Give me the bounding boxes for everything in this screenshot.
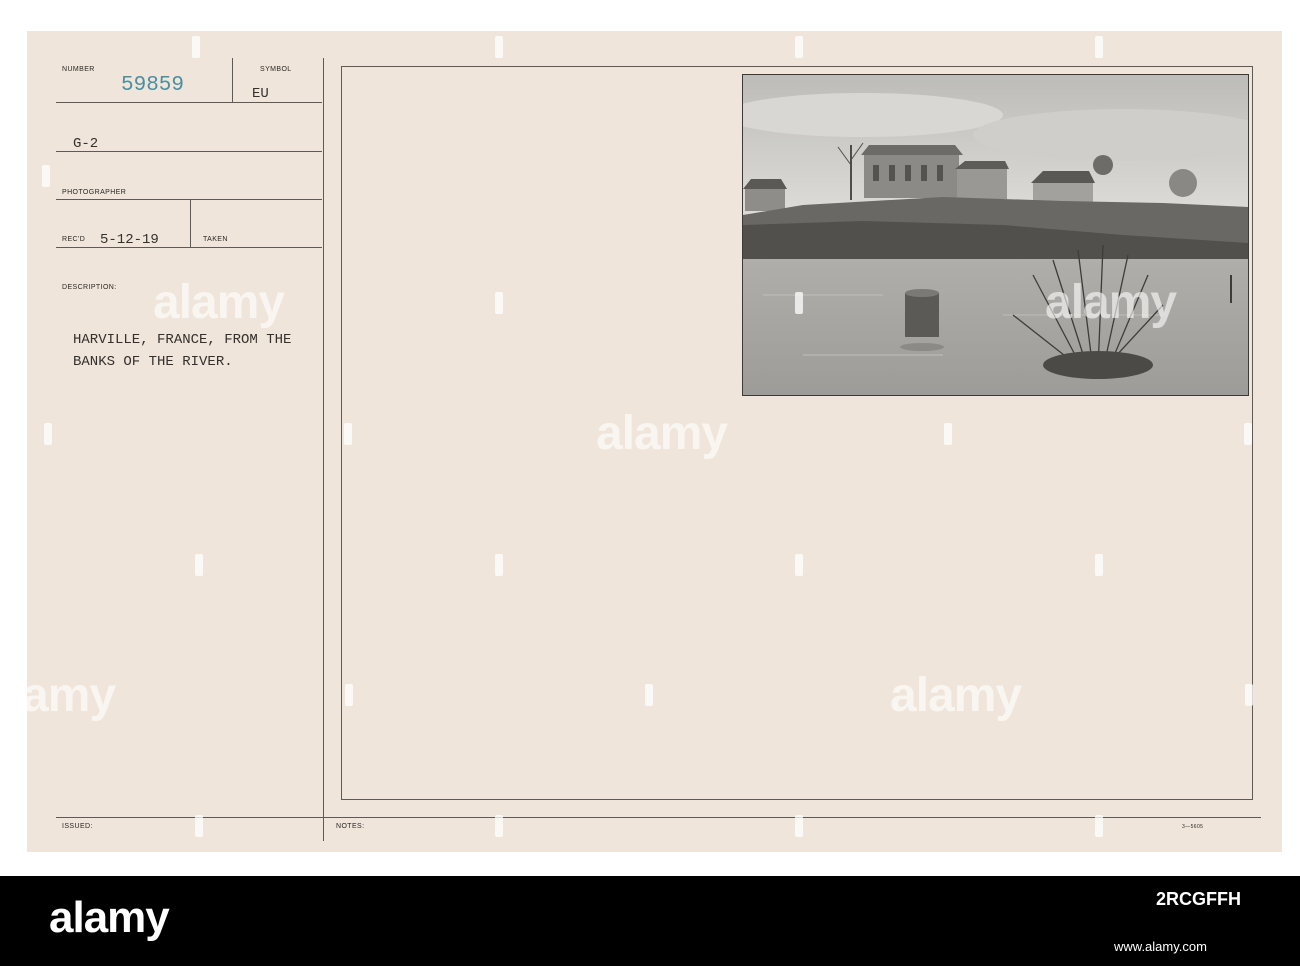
description-label: DESCRIPTION: xyxy=(62,284,117,291)
form-code: 3—5605 xyxy=(1182,824,1204,830)
rule-bottom xyxy=(56,817,1261,818)
symbol-label: SYMBOL xyxy=(260,66,292,73)
watermark-tick xyxy=(44,423,52,445)
number-label: NUMBER xyxy=(62,66,95,73)
watermark-tick xyxy=(795,554,803,576)
watermark-4: alamy xyxy=(0,669,116,722)
watermark-tick xyxy=(192,36,200,58)
description-line-1: HARVILLE, FRANCE, FROM THE xyxy=(73,332,292,348)
footer-bar xyxy=(0,876,1300,966)
watermark-tick xyxy=(495,292,503,314)
description-line-2: BANKS OF THE RIVER. xyxy=(73,354,233,370)
watermark-tick xyxy=(1095,815,1103,837)
notes-label: NOTES: xyxy=(336,823,365,830)
rule-column-divider xyxy=(323,58,324,841)
watermark-tick xyxy=(1095,554,1103,576)
issued-label: ISSUED: xyxy=(62,823,93,830)
photographer-label: PHOTOGRAPHER xyxy=(62,189,127,196)
watermark-3: alamy xyxy=(1045,276,1177,329)
section-value: G-2 xyxy=(73,136,99,152)
footer-logo: alamy xyxy=(49,893,170,942)
watermark-tick xyxy=(795,36,803,58)
watermark-tick xyxy=(1244,423,1252,445)
watermark-tick xyxy=(195,815,203,837)
watermark-1: alamy xyxy=(153,276,285,329)
watermark-2: alamy xyxy=(596,407,728,460)
watermark-tick xyxy=(645,684,653,706)
watermark-tick xyxy=(345,684,353,706)
recd-label: REC'D xyxy=(62,236,86,243)
watermark-tick xyxy=(795,292,803,314)
rule-number-symbol-divider xyxy=(232,58,233,102)
symbol-value: EU xyxy=(252,86,269,102)
river-photograph xyxy=(742,74,1249,396)
footer-image-id: 2RCGFFH xyxy=(1156,889,1241,909)
watermark-tick xyxy=(495,554,503,576)
river-photograph-svg xyxy=(743,75,1248,395)
watermark-tick xyxy=(495,36,503,58)
number-value: 59859 xyxy=(121,74,185,97)
watermark-tick xyxy=(1245,684,1253,706)
watermark-tick xyxy=(344,423,352,445)
taken-label: TAKEN xyxy=(203,236,228,243)
watermark-tick xyxy=(42,165,50,187)
rule-photographer xyxy=(56,199,322,200)
recd-value: 5-12-19 xyxy=(100,232,159,248)
rule-recd-taken-divider xyxy=(190,199,191,247)
rule-number xyxy=(56,102,322,103)
watermark-tick xyxy=(1095,36,1103,58)
watermark-tick xyxy=(795,815,803,837)
watermark-tick xyxy=(195,554,203,576)
rule-recd xyxy=(56,247,322,248)
footer-url[interactable]: www.alamy.com xyxy=(1114,939,1207,954)
watermark-tick xyxy=(944,423,952,445)
watermark-5: alamy xyxy=(890,669,1022,722)
watermark-tick xyxy=(495,815,503,837)
